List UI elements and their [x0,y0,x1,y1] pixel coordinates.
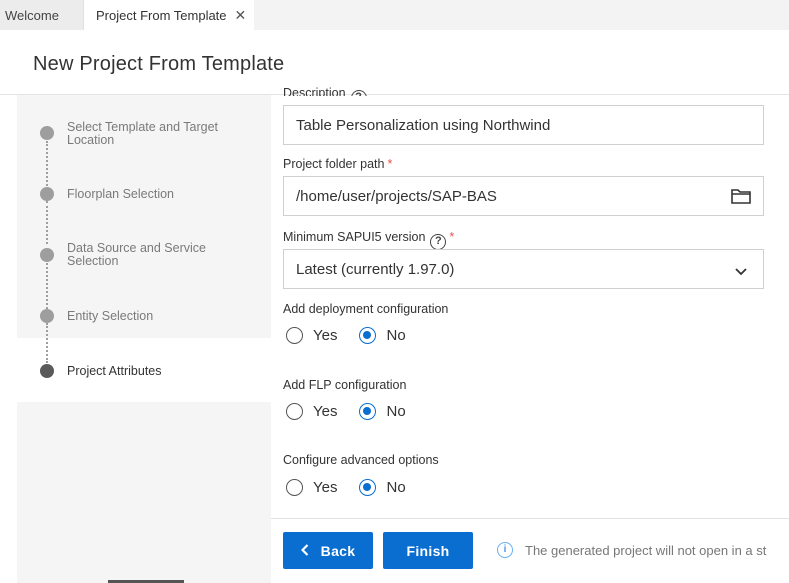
deployment-config-radio-group: Yes No [286,327,428,344]
radio-label: No [386,403,406,420]
flp-yes-radio[interactable] [286,403,303,420]
sapui5-version-label: Minimum SAPUI5 version? * [283,230,454,250]
flp-no-radio[interactable] [359,403,377,420]
advanced-no-radio[interactable] [359,479,377,496]
deploy-no-radio[interactable] [359,327,377,344]
tab-welcome-label: Welcome [5,7,59,23]
step-label: Floorplan Selection [67,187,175,201]
sapui5-version-select[interactable]: Latest (currently 1.97.0) [283,249,764,289]
radio-label: No [386,327,406,344]
tab-welcome[interactable]: Welcome [0,0,84,30]
radio-label: Yes [313,403,338,420]
step-label: Select Template and Target Location [67,120,219,147]
folder-path-label: Project folder path * [283,157,393,171]
advanced-options-label: Configure advanced options [283,453,439,467]
tab-bar: Welcome Project From Template ✕ [0,0,789,30]
deployment-config-label: Add deployment configuration [283,302,449,316]
step-label: Entity Selection [67,309,154,323]
tab-project-label: Project From Template [96,7,227,23]
chevron-left-icon [300,543,309,559]
step-dot-icon [40,126,54,140]
help-icon[interactable]: ? [430,234,447,250]
chevron-down-icon [735,263,747,280]
step-label: Data Source and Service Selection [67,241,206,268]
radio-label: Yes [313,479,338,496]
radio-label: No [386,479,406,496]
advanced-options-radio-group: Yes No [286,479,428,496]
tab-project-from-template[interactable]: Project From Template ✕ [84,0,254,30]
required-marker: * [387,157,393,171]
step-connector [46,263,48,309]
deploy-yes-radio[interactable] [286,327,303,344]
back-button[interactable]: Back [283,532,373,569]
folder-path-input[interactable]: /home/user/projects/SAP-BAS [283,176,764,216]
step-dot-icon [40,309,54,323]
close-icon[interactable]: ✕ [235,7,247,24]
step-dot-icon [40,187,54,201]
page-title: New Project From Template [33,53,285,75]
description-label: Description? [283,86,367,96]
info-text: The generated project will not open in a… [525,542,767,558]
step-label: Project Attributes [67,364,162,378]
description-input[interactable]: Table Personalization using Northwind [283,105,764,145]
radio-label: Yes [313,327,338,344]
info-message: i The generated project will not open in… [497,542,789,558]
help-icon[interactable]: ? [350,90,367,96]
required-marker: * [449,230,455,244]
advanced-yes-radio[interactable] [286,479,303,496]
footer-divider [271,518,789,519]
step-connector [46,323,48,363]
flp-config-radio-group: Yes No [286,403,428,420]
step-connector [46,201,48,244]
step-connector [46,141,48,186]
step-dot-icon [40,364,54,378]
folder-icon[interactable] [731,188,751,208]
info-icon: i [497,542,513,558]
finish-button[interactable]: Finish [383,532,473,569]
flp-config-label: Add FLP configuration [283,378,407,392]
step-dot-icon [40,248,54,262]
